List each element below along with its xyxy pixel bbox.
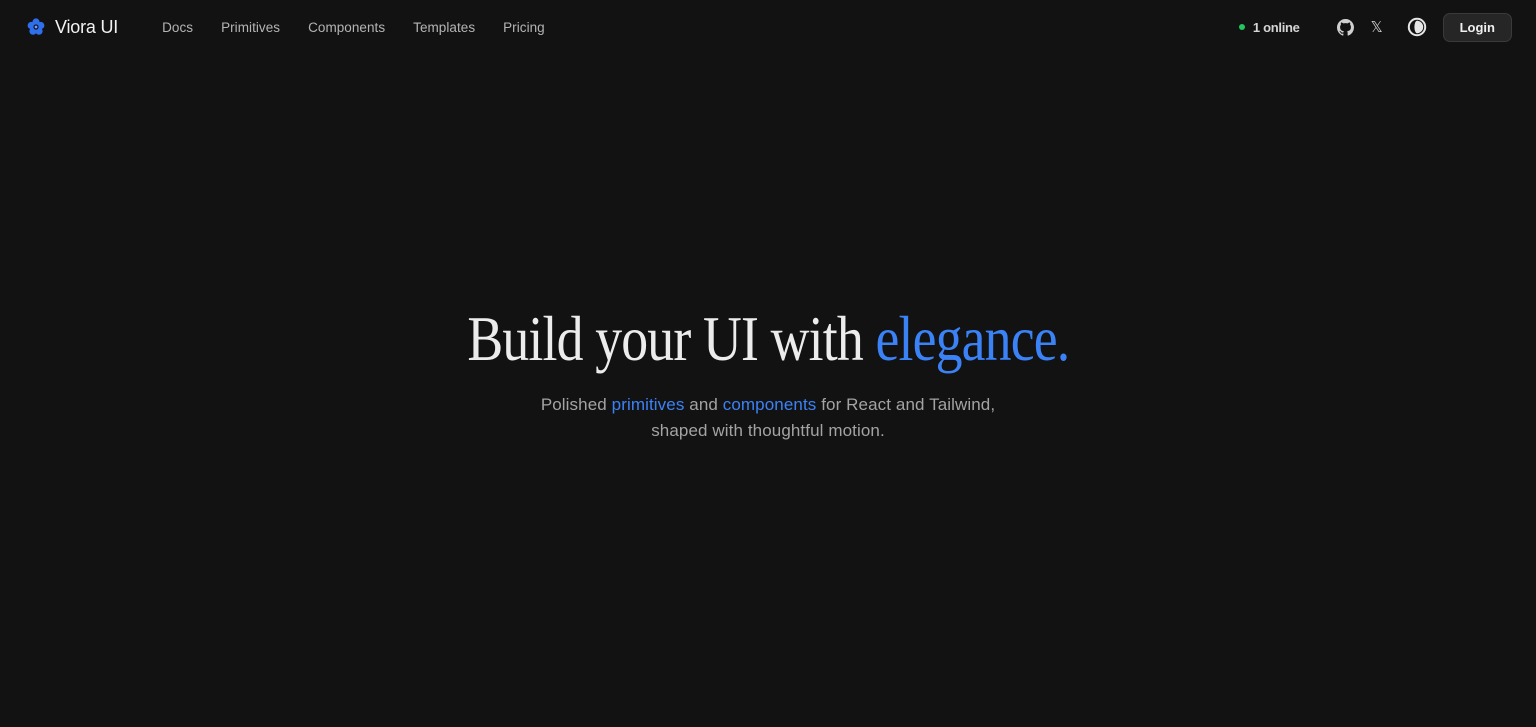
nav-docs[interactable]: Docs bbox=[162, 20, 193, 35]
brand-home-link[interactable]: Viora UI bbox=[26, 17, 118, 38]
theme-toggle-icon bbox=[1407, 17, 1427, 37]
site-header: Viora UI Docs Primitives Components Temp… bbox=[0, 0, 1536, 54]
online-count: 1 online bbox=[1252, 19, 1300, 35]
online-indicator: 1 online bbox=[1238, 19, 1300, 35]
github-link[interactable] bbox=[1334, 15, 1358, 39]
login-button[interactable]: Login bbox=[1442, 12, 1512, 42]
primitives-link[interactable]: primitives bbox=[612, 395, 685, 414]
hero-title: Build your UI with elegance. bbox=[466, 300, 1070, 378]
x-link[interactable]: 𝕏 bbox=[1365, 15, 1389, 39]
hero-title-main: Build your UI with bbox=[466, 303, 876, 374]
hero-section: Build your UI with elegance. Polished pr… bbox=[0, 300, 1536, 444]
theme-toggle-button[interactable] bbox=[1405, 15, 1429, 39]
main-nav: Docs Primitives Components Templates Pri… bbox=[162, 20, 545, 35]
subtitle-suffix: for React and Tailwind, bbox=[816, 395, 996, 414]
subtitle-prefix: Polished bbox=[540, 395, 612, 414]
hero-title-accent: elegance. bbox=[875, 303, 1070, 374]
hero-subtitle: Polished primitives and components for R… bbox=[541, 392, 995, 444]
nav-templates[interactable]: Templates bbox=[413, 20, 475, 35]
online-status-dot bbox=[1238, 24, 1245, 30]
subtitle-line2: shaped with thoughtful motion. bbox=[651, 421, 885, 440]
github-icon bbox=[1337, 18, 1355, 36]
x-icon: 𝕏 bbox=[1370, 18, 1383, 36]
nav-primitives[interactable]: Primitives bbox=[221, 20, 280, 35]
brand-name: Viora UI bbox=[55, 16, 119, 37]
flower-icon bbox=[26, 17, 46, 37]
components-link[interactable]: components bbox=[723, 395, 817, 414]
subtitle-mid: and bbox=[684, 395, 723, 414]
nav-pricing[interactable]: Pricing bbox=[503, 20, 545, 35]
nav-components[interactable]: Components bbox=[308, 20, 385, 35]
header-actions: 1 online 𝕏 Login bbox=[1238, 12, 1512, 42]
page: Viora UI Docs Primitives Components Temp… bbox=[0, 0, 1536, 727]
